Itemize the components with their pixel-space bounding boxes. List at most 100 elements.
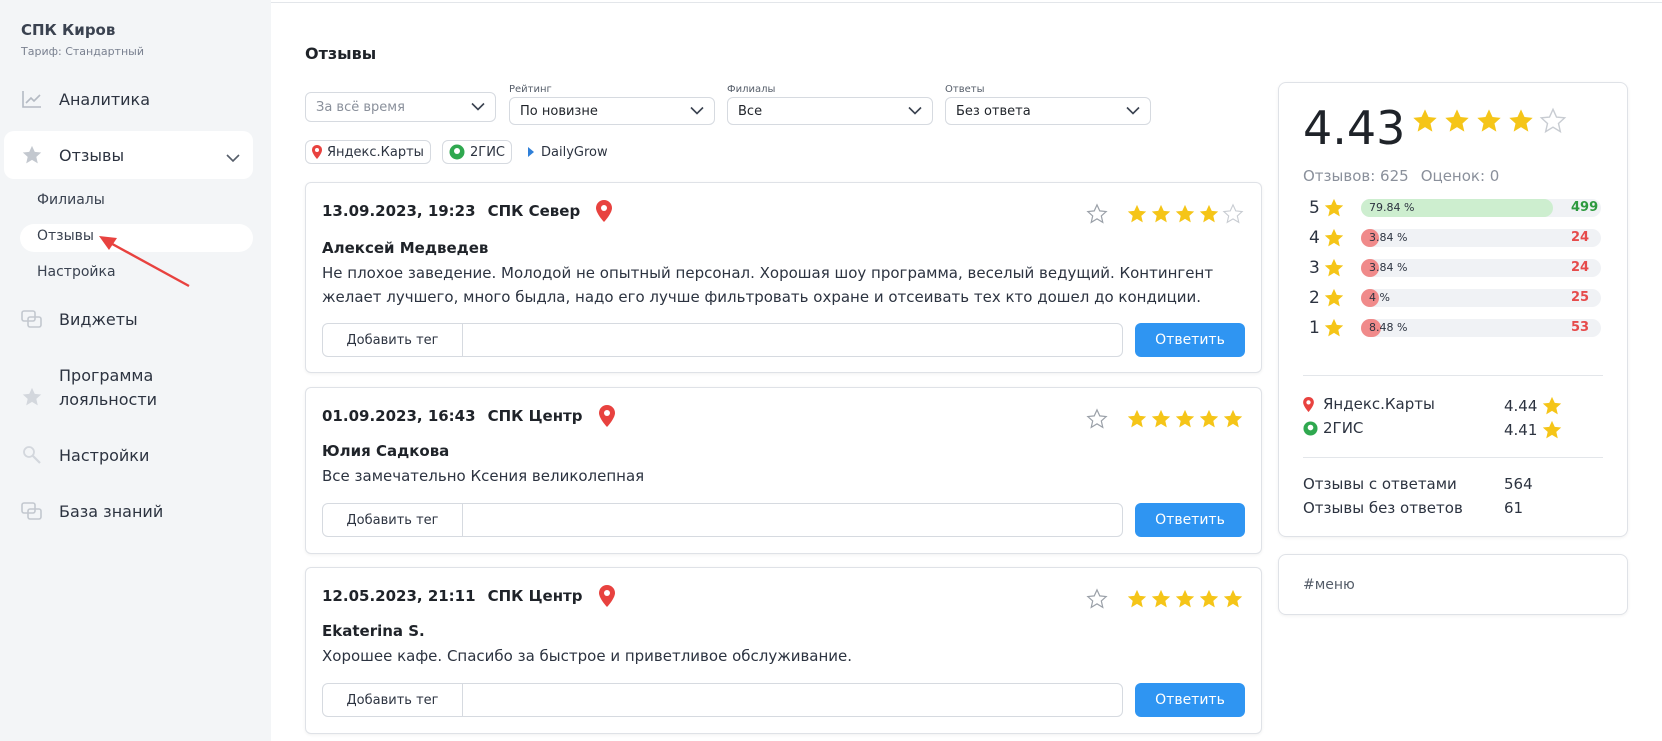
- reply-button[interactable]: Ответить: [1135, 323, 1245, 357]
- distribution-stars: 1: [1309, 318, 1320, 338]
- favorite-star-icon[interactable]: [1086, 588, 1108, 614]
- source-2gis-rating: 4.41: [1504, 419, 1563, 441]
- top-divider: [271, 2, 1662, 3]
- review-author: Алексей Медведев: [322, 239, 489, 257]
- reply-button[interactable]: Ответить: [1135, 503, 1245, 537]
- star-filled-icon: [1324, 288, 1344, 307]
- sidebar: СПК Киров Тариф: Стандартный Аналитика О…: [0, 0, 271, 741]
- distribution-stars: 3: [1309, 258, 1320, 278]
- average-rating: 4.43: [1303, 101, 1406, 155]
- review-branch: СПК Север: [487, 202, 581, 220]
- star-filled-icon: [1127, 409, 1147, 428]
- reply-button[interactable]: Ответить: [1135, 683, 1245, 717]
- nav-label: Отзывы: [59, 145, 125, 165]
- add-tag-button[interactable]: Добавить тег: [323, 504, 463, 536]
- nav-item-analytics[interactable]: Аналитика: [21, 88, 150, 110]
- nav-item-knowledge[interactable]: База знаний: [21, 500, 163, 522]
- average-rating-stars: [1411, 107, 1567, 135]
- without-answers-value: 61: [1504, 499, 1524, 517]
- review-card: 12.05.2023, 21:11 СПК Центр Ekaterina S.…: [305, 567, 1262, 734]
- star-icon: [1541, 419, 1563, 441]
- nav-item-loyalty[interactable]: Программа лояльности: [21, 364, 157, 412]
- subnav-item-branches[interactable]: Филиалы: [37, 192, 105, 208]
- with-answers-value: 564: [1504, 475, 1533, 493]
- dailygrow-icon: [526, 146, 536, 158]
- period-select[interactable]: За всё время: [305, 92, 496, 122]
- star-icon: [21, 144, 43, 166]
- nav-item-widgets[interactable]: Виджеты: [21, 308, 138, 330]
- star-icon: [1323, 197, 1345, 219]
- review-date: 01.09.2023, 16:43: [322, 407, 476, 425]
- rating-select-value: По новизне: [520, 103, 598, 119]
- star-filled-icon: [1127, 589, 1147, 608]
- answers-select[interactable]: Без ответа: [945, 97, 1151, 125]
- star-filled-icon: [1151, 589, 1171, 608]
- 2gis-icon: [449, 144, 465, 160]
- tag-input[interactable]: Добавить тег: [322, 503, 1123, 537]
- distribution-bar: 3.84 %: [1361, 259, 1601, 277]
- period-placeholder: За всё время: [316, 99, 405, 115]
- wrench-icon: [21, 444, 43, 466]
- distribution-percent: 3.84 %: [1369, 261, 1408, 274]
- nav-item-reviews[interactable]: Отзывы: [21, 144, 124, 166]
- star-filled-icon: [1199, 204, 1219, 223]
- review-card: 13.09.2023, 19:23 СПК Север Алексей Медв…: [305, 182, 1262, 373]
- chart-line-icon: [21, 88, 43, 110]
- review-header: 01.09.2023, 16:43 СПК Центр: [322, 405, 615, 427]
- distribution-percent: 8.48 %: [1369, 321, 1408, 334]
- branches-filter-label: Филиалы: [727, 84, 776, 95]
- chevron-down-icon: [471, 100, 485, 115]
- favorite-star-icon[interactable]: [1086, 408, 1108, 434]
- tag-input[interactable]: Добавить тег: [322, 323, 1123, 357]
- star-filled-icon: [1509, 109, 1533, 132]
- source-chip-dailygrow[interactable]: DailyGrow: [520, 140, 614, 164]
- review-author: Юлия Садкова: [322, 442, 450, 460]
- star-icon: [1323, 317, 1345, 339]
- subnav-item-reviews[interactable]: Отзывы: [37, 228, 94, 244]
- source-rating-value: 4.44: [1504, 397, 1538, 415]
- chevron-down-icon: [690, 104, 704, 119]
- map-pin-icon: [596, 200, 613, 222]
- add-tag-button[interactable]: Добавить тег: [323, 684, 463, 716]
- chat-icon: [21, 500, 43, 522]
- source-chip-2gis[interactable]: 2ГИС: [442, 140, 513, 164]
- star-icon: [1323, 227, 1345, 249]
- star-filled-icon: [1151, 409, 1171, 428]
- review-branch: СПК Центр: [487, 587, 583, 605]
- tag-input[interactable]: Добавить тег: [322, 683, 1123, 717]
- branches-select[interactable]: Все: [727, 97, 933, 125]
- star-filled-icon: [1199, 409, 1219, 428]
- nav-item-settings[interactable]: Настройки: [21, 444, 149, 466]
- source-chip-label: 2ГИС: [470, 144, 506, 160]
- source-yandex: Яндекс.Карты: [1303, 395, 1435, 413]
- review-rating: [1126, 588, 1244, 610]
- distribution-bar: 4 %: [1361, 289, 1601, 307]
- reviews-count: Отзывов: 625: [1303, 167, 1409, 185]
- source-label: 2ГИС: [1323, 419, 1364, 437]
- star-filled-icon: [1324, 198, 1344, 217]
- favorite-star-icon[interactable]: [1086, 203, 1108, 229]
- star-filled-icon: [1175, 589, 1195, 608]
- distribution-row: 4 3.84 % 24: [1309, 227, 1609, 249]
- nav-label: Виджеты: [59, 309, 138, 329]
- review-header: 12.05.2023, 21:11 СПК Центр: [322, 585, 615, 607]
- review-rating: [1126, 408, 1244, 430]
- distribution-stars: 2: [1309, 288, 1320, 308]
- chevron-down-icon[interactable]: [226, 148, 240, 167]
- source-rating-value: 4.41: [1504, 421, 1538, 439]
- source-chip-yandex[interactable]: Яндекс.Карты: [305, 140, 431, 164]
- add-tag-button[interactable]: Добавить тег: [323, 324, 463, 356]
- review-header: 13.09.2023, 19:23 СПК Север: [322, 200, 613, 222]
- distribution-count: 499: [1571, 200, 1599, 215]
- distribution-row: 2 4 % 25: [1309, 287, 1609, 309]
- review-author: Ekaterina S.: [322, 622, 425, 640]
- distribution-percent: 79.84 %: [1369, 201, 1415, 214]
- review-card: 01.09.2023, 16:43 СПК Центр Юлия Садкова…: [305, 387, 1262, 554]
- nav-label: Программа: [59, 366, 154, 385]
- source-chip-label: Яндекс.Карты: [327, 144, 424, 160]
- star-filled-icon: [1324, 228, 1344, 247]
- source-2gis: 2ГИС: [1303, 419, 1363, 437]
- rating-select[interactable]: По новизне: [509, 97, 715, 125]
- tag-menu[interactable]: #меню: [1303, 577, 1355, 593]
- divider: [1303, 457, 1603, 458]
